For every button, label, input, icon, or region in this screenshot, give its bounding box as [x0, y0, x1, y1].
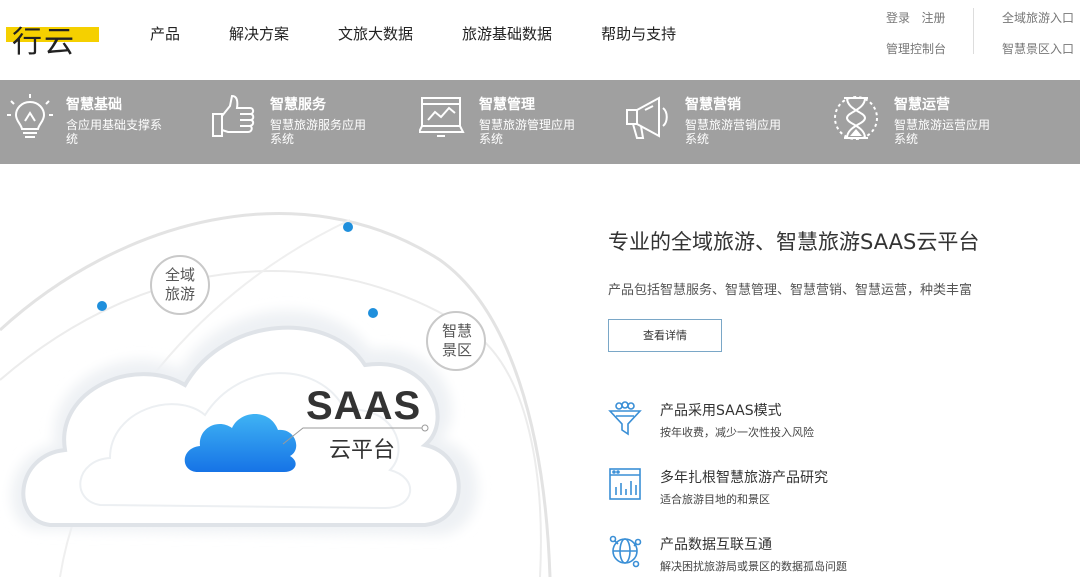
blue-dot [368, 308, 378, 318]
view-details-button[interactable]: 查看详情 [608, 319, 722, 352]
feature-band: 智慧基础 含应用基础支撑系统 智慧服务 智慧旅游服务应用系统 智慧管理 智慧旅游… [0, 80, 1080, 164]
connected-globe-icon [609, 535, 642, 568]
monitor-chart-icon [419, 97, 465, 137]
blue-dot [343, 222, 353, 232]
benefit-desc: 适合旅游目地的和景区 [660, 493, 770, 506]
benefit-desc: 按年收费，减少一次性投入风险 [660, 426, 814, 439]
global-entry-wrap: 全域旅游入口 [1002, 9, 1074, 26]
scenic-entry-wrap: 智慧景区入口 [1002, 40, 1074, 57]
feature-desc: 智慧旅游营销应用系统 [685, 118, 782, 146]
benefit-title: 产品采用SAAS模式 [660, 403, 782, 419]
funnel-icon [608, 401, 642, 436]
nav-item-help-support[interactable]: 帮助与支持 [601, 23, 676, 44]
feature-title: 智慧运营 [894, 97, 950, 113]
benefit-item: 多年扎根智慧旅游产品研究 适合旅游目地的和景区 [608, 467, 908, 515]
feature-desc: 智慧旅游运营应用系统 [894, 118, 991, 146]
feature-desc: 智慧旅游服务应用系统 [270, 118, 367, 146]
hourglass-icon [834, 96, 878, 140]
saas-label: SAAS [306, 384, 422, 428]
logo-text: 行云 [12, 25, 76, 60]
hero-headline: 专业的全域旅游、智慧旅游SAAS云平台 [608, 230, 980, 254]
feature-desc: 智慧旅游管理应用系统 [479, 118, 576, 146]
feature-title: 智慧营销 [685, 97, 741, 113]
analytics-window-icon [609, 468, 641, 500]
blue-dot [97, 301, 107, 311]
global-tourism-entry-link[interactable]: 全域旅游入口 [1002, 11, 1074, 25]
top-links-divider [973, 8, 974, 54]
lightbulb-icon [7, 94, 53, 138]
auth-links: 登录 注册 [886, 9, 945, 26]
thumbs-up-icon [212, 94, 255, 137]
console-link[interactable]: 管理控制台 [886, 42, 946, 56]
nav-item-products[interactable]: 产品 [150, 23, 180, 44]
bubble-global-label: 全域旅游 [164, 266, 195, 303]
benefit-title: 多年扎根智慧旅游产品研究 [660, 470, 828, 486]
feature-title: 智慧管理 [479, 97, 535, 113]
site-logo[interactable]: 行云 [6, 14, 102, 60]
nav-item-solutions[interactable]: 解决方案 [229, 23, 289, 44]
saas-cloud-illustration [0, 212, 552, 577]
login-link[interactable]: 登录 [886, 11, 910, 25]
megaphone-icon [626, 96, 668, 139]
benefit-item: 产品数据互联互通 解决困扰旅游局或景区的数据孤岛问题 [608, 534, 908, 577]
feature-title: 智慧服务 [270, 97, 326, 113]
nav-item-tourism-base-data[interactable]: 旅游基础数据 [462, 23, 552, 44]
register-link[interactable]: 注册 [921, 11, 945, 25]
feature-title: 智慧基础 [66, 97, 122, 113]
top-navigation: 行云 产品 解决方案 文旅大数据 旅游基础数据 帮助与支持 登录 注册 管理控制… [0, 0, 1080, 80]
smart-scenic-entry-link[interactable]: 智慧景区入口 [1002, 42, 1074, 56]
benefit-title: 产品数据互联互通 [660, 537, 772, 553]
hero-subline: 产品包括智慧服务、智慧管理、智慧营销、智慧运营，种类丰富 [608, 283, 973, 298]
cloud-platform-label: 云平台 [329, 438, 396, 463]
bubble-scenic-label: 智慧景区 [441, 322, 472, 359]
benefit-desc: 解决困扰旅游局或景区的数据孤岛问题 [660, 560, 847, 573]
nav-item-culture-tourism-bigdata[interactable]: 文旅大数据 [338, 23, 413, 44]
benefit-item: 产品采用SAAS模式 按年收费，减少一次性投入风险 [608, 400, 908, 448]
feature-desc: 含应用基础支撑系统 [66, 118, 163, 146]
main-menu: 产品 解决方案 文旅大数据 旅游基础数据 帮助与支持 [150, 23, 725, 44]
console-link-wrap: 管理控制台 [886, 40, 946, 57]
